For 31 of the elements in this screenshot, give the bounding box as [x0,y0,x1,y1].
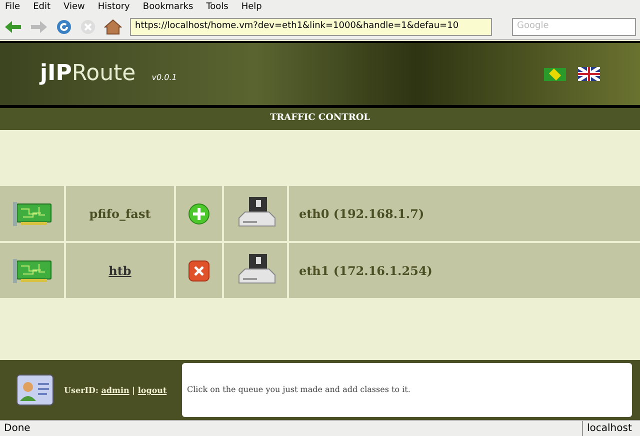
queue-link[interactable]: htb [108,262,132,280]
uk-flag-icon[interactable] [578,67,600,81]
brazil-flag-icon[interactable] [544,68,566,80]
queue-name: pfifo_fast [89,206,151,222]
message-text: Click on the queue you just made and add classes to it. [187,384,410,396]
address-field[interactable]: https://localhost/home.vm?dev=eth1&link=1000&handle=1&defau=10 [130,18,492,36]
menu-item[interactable]: View [64,0,85,14]
add-icon[interactable] [188,202,210,224]
menu-item[interactable]: Edit [33,0,50,14]
status-text: Done [3,422,32,436]
menu-item[interactable]: History [98,0,130,14]
home-icon[interactable] [104,19,122,35]
logout-link[interactable]: logout [138,385,167,395]
delete-icon[interactable] [188,260,210,282]
user-card-icon [16,373,56,407]
menu-item[interactable]: Help [241,0,262,14]
network-card-icon [11,258,53,284]
back-icon[interactable] [4,20,22,34]
user-info: UserID: admin | logout [64,384,168,396]
status-host: localhost [582,421,640,436]
network-card-icon [11,200,53,226]
interface-label: eth0 (192.168.1.7) [299,206,424,222]
page-title: TRAFFIC CONTROL [270,112,370,126]
menu-item[interactable]: Bookmarks [142,0,194,14]
reload-icon[interactable] [56,19,72,35]
version-label: v0.0.1 [152,72,177,84]
username-link[interactable]: admin [101,385,130,395]
interface-label: eth1 (172.16.1.254) [299,262,432,280]
menu-item[interactable]: File [5,0,20,14]
menu-item[interactable]: Tools [206,0,228,14]
logo: jIPRoute [40,63,136,85]
